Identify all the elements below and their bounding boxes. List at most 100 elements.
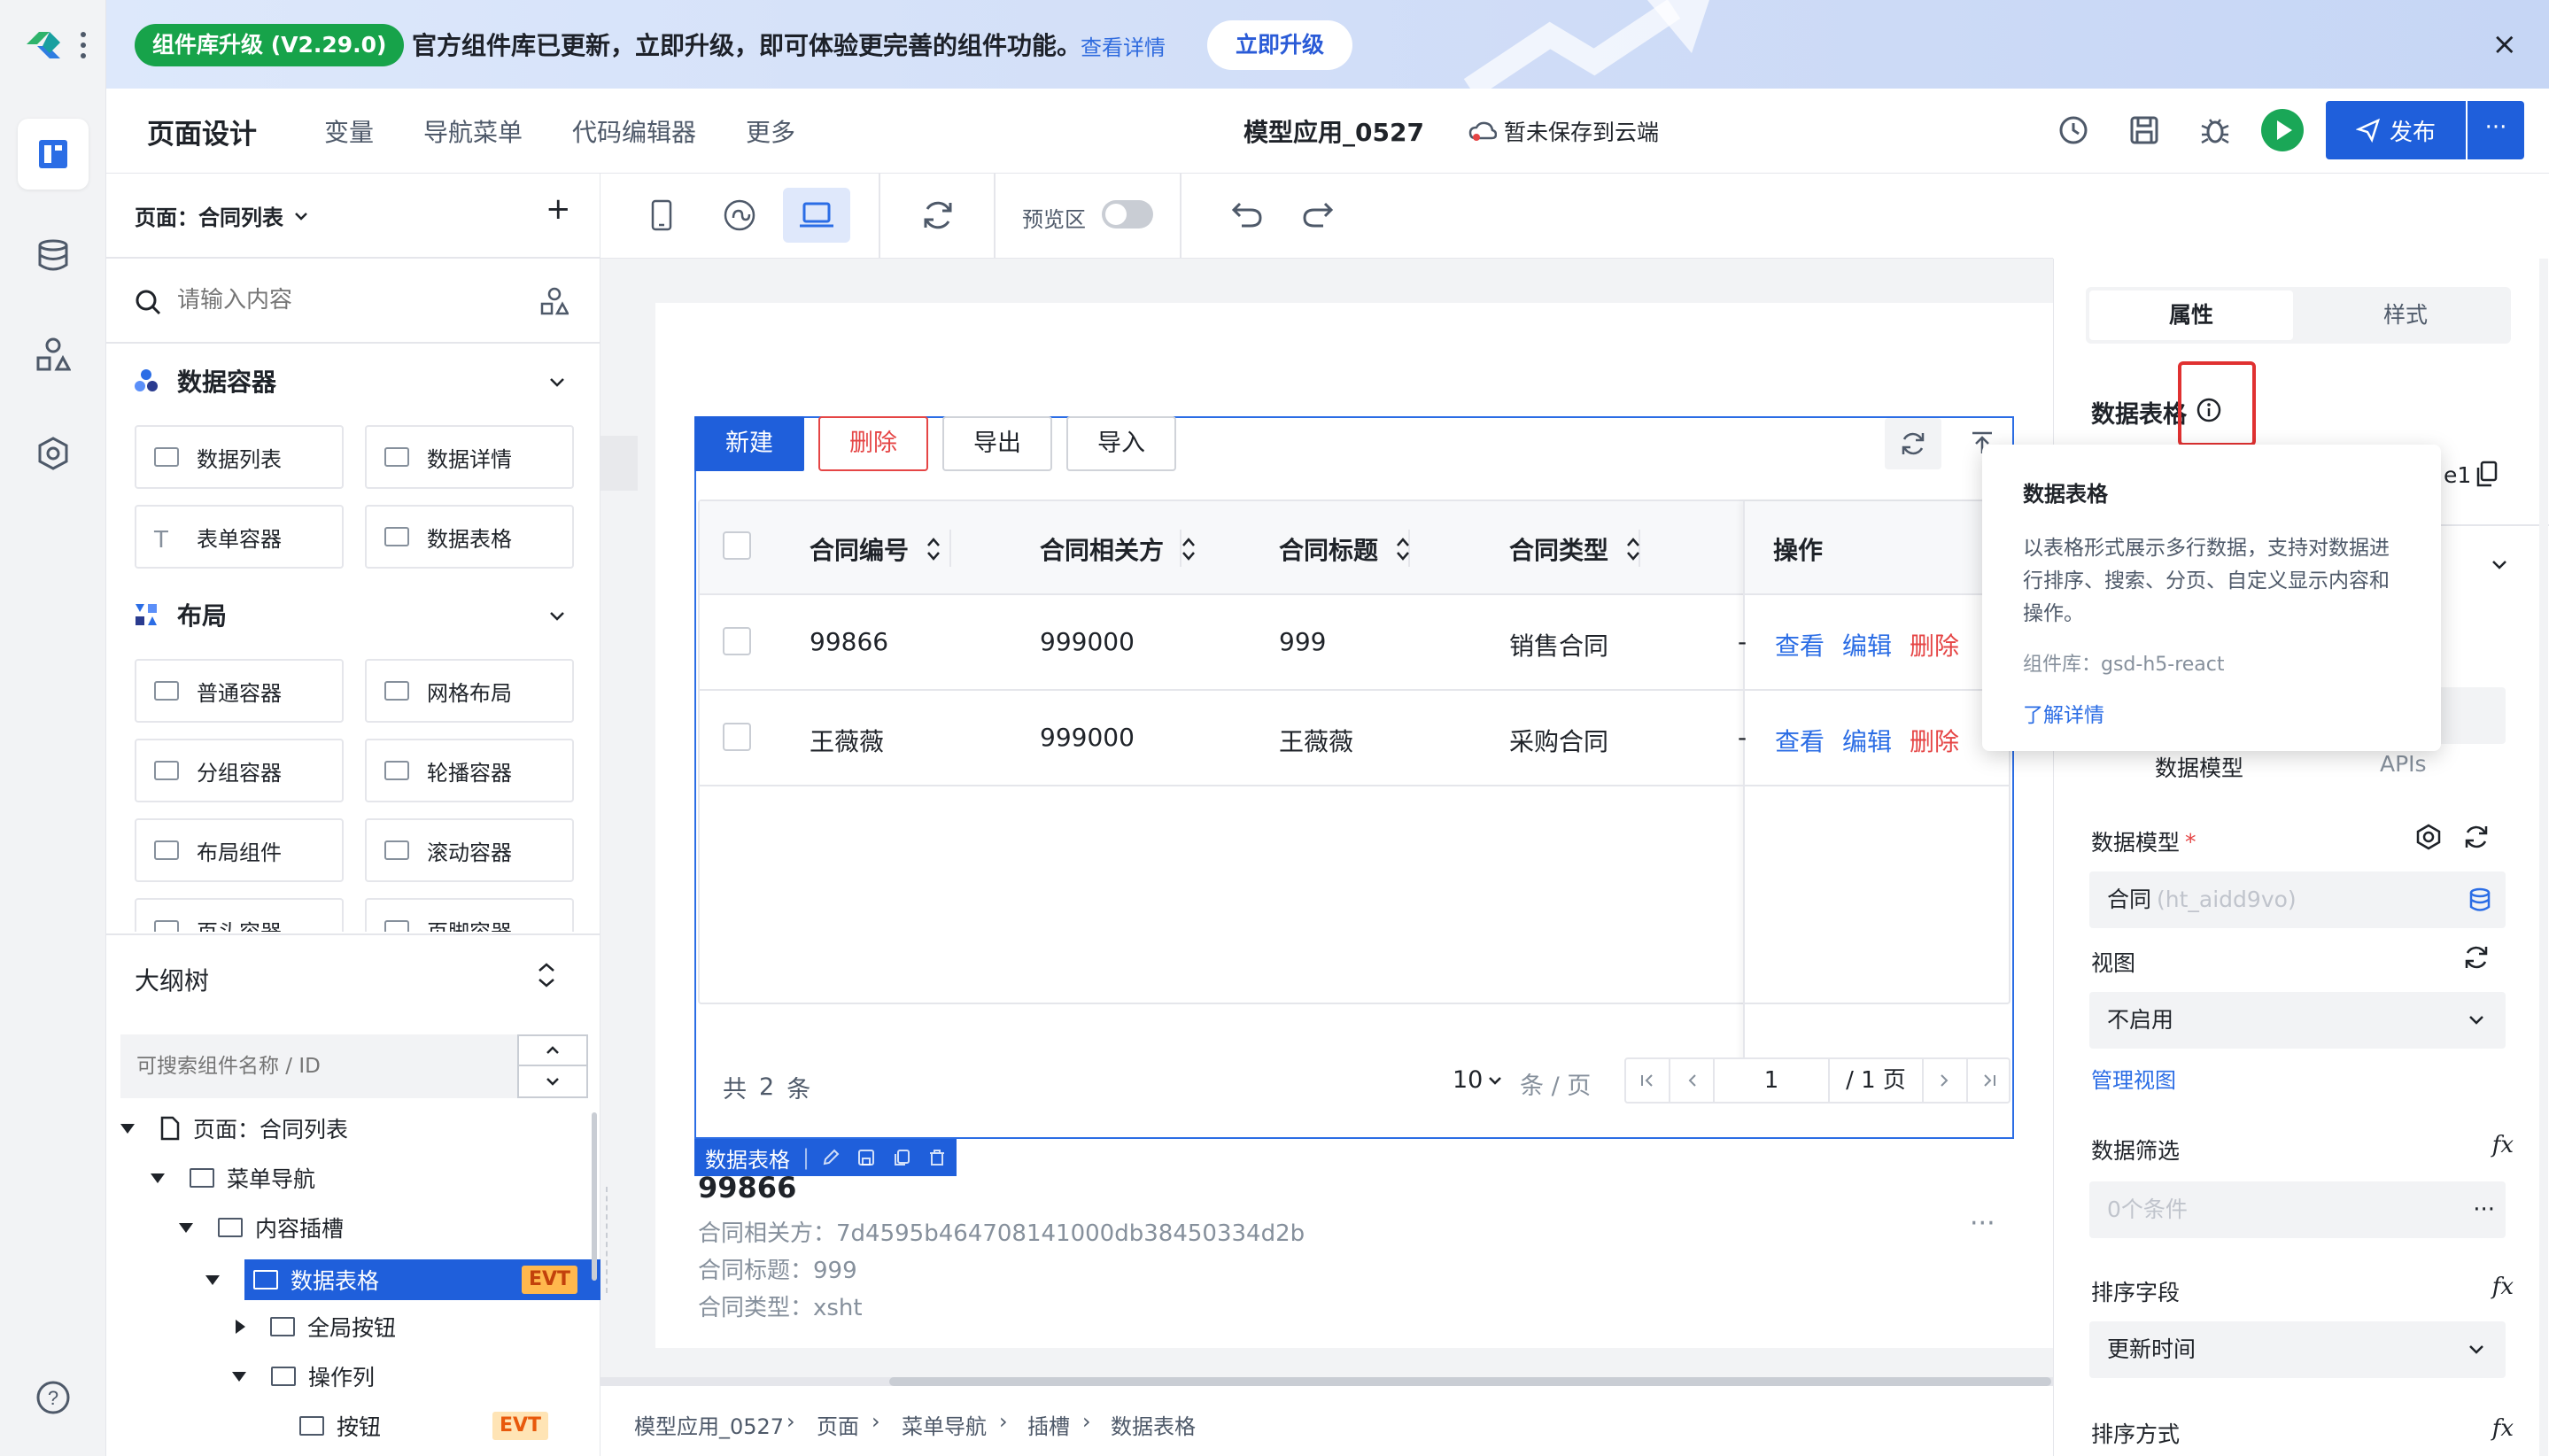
mini-program-icon[interactable]	[723, 198, 756, 232]
chevron-up-icon[interactable]	[519, 1036, 586, 1066]
component-header-container[interactable]: 页头容器	[135, 898, 344, 932]
components-nav-button[interactable]	[18, 319, 89, 390]
component-carousel-container[interactable]: 轮播容器	[365, 739, 574, 802]
column-header-party[interactable]: 合同相关方	[1040, 531, 1196, 567]
component-data-detail[interactable]: 数据详情	[365, 425, 574, 489]
column-header-type[interactable]: 合同类型	[1509, 531, 1640, 567]
page-number-input[interactable]: 1	[1715, 1059, 1830, 1102]
chevron-down-icon[interactable]	[549, 611, 565, 622]
column-header-title[interactable]: 合同标题	[1279, 531, 1410, 567]
outline-toggle-icon[interactable]	[537, 962, 556, 988]
next-page-icon[interactable]	[1924, 1059, 1968, 1102]
page-design-nav-button[interactable]	[18, 119, 89, 190]
publish-button[interactable]: 发布	[2326, 101, 2466, 159]
tree-node-data-table[interactable]: 数据表格 EVT	[205, 1259, 600, 1300]
outline-scrollbar[interactable]	[592, 1112, 597, 1281]
component-layout-component[interactable]: 布局组件	[135, 818, 344, 882]
app-logo[interactable]	[23, 27, 64, 64]
banner-close-icon[interactable]: ×	[2492, 27, 2518, 62]
component-normal-container[interactable]: 普通容器	[135, 659, 344, 723]
view-select[interactable]: 不启用	[2089, 992, 2506, 1049]
table-refresh-button[interactable]	[1885, 418, 1941, 469]
sort-icon[interactable]	[1396, 537, 1410, 561]
first-page-icon[interactable]	[1626, 1059, 1670, 1102]
copy-id-icon[interactable]	[2475, 461, 2499, 487]
edit-link[interactable]: 编辑	[1842, 627, 1892, 662]
sort-icon[interactable]	[1182, 537, 1196, 561]
debug-icon[interactable]	[2200, 115, 2230, 145]
section-data-container[interactable]: 数据容器	[133, 363, 276, 399]
component-search-input[interactable]	[177, 280, 531, 321]
row-checkbox[interactable]	[723, 723, 751, 751]
sort-icon[interactable]	[1626, 537, 1640, 561]
data-filter-fx-icon[interactable]: fx	[2492, 1132, 2514, 1158]
edit-link[interactable]: 编辑	[1842, 723, 1892, 758]
data-source-nav-button[interactable]	[18, 220, 89, 290]
more-horizontal-icon[interactable]: ···	[2473, 1181, 2495, 1238]
breadcrumb-item[interactable]: 数据表格	[1111, 1409, 1196, 1440]
run-icon[interactable]	[2260, 108, 2305, 152]
nav-navigation-menu[interactable]: 导航菜单	[423, 113, 523, 149]
component-group-container[interactable]: 分组容器	[135, 739, 344, 802]
sort-field-select[interactable]: 更新时间	[2089, 1321, 2506, 1378]
view-refresh-icon[interactable]	[2463, 944, 2490, 971]
tab-properties[interactable]: 属性	[2089, 290, 2293, 340]
view-link[interactable]: 查看	[1775, 627, 1825, 662]
tree-node-button[interactable]: 按钮	[299, 1410, 381, 1442]
help-icon[interactable]: ?	[35, 1380, 71, 1415]
delete-icon[interactable]	[928, 1149, 946, 1166]
banner-more-link[interactable]: 查看详情	[1081, 30, 1166, 61]
section-layout[interactable]: 布局	[133, 597, 227, 632]
last-page-icon[interactable]	[1968, 1059, 2011, 1102]
component-scroll-container[interactable]: 滚动容器	[365, 818, 574, 882]
breadcrumb-item[interactable]: 菜单导航	[902, 1409, 987, 1440]
view-link[interactable]: 查看	[1775, 723, 1825, 758]
right-panel-scrollbar[interactable]	[2539, 259, 2548, 1456]
breadcrumb-item[interactable]: 模型应用_0527	[634, 1409, 784, 1440]
sort-field-fx-icon[interactable]: fx	[2492, 1274, 2514, 1300]
tree-node-global-buttons[interactable]: 全局按钮	[236, 1311, 396, 1343]
delete-link[interactable]: 删除	[1910, 627, 1959, 662]
publish-more-button[interactable]: ···	[2468, 101, 2524, 159]
edit-icon[interactable]	[822, 1149, 840, 1166]
component-footer-container[interactable]: 页脚容器	[365, 898, 574, 932]
import-button[interactable]: 导入	[1066, 416, 1176, 471]
data-model-select[interactable]: 合同 (ht_aidd9vo)	[2089, 871, 2506, 928]
row-checkbox[interactable]	[723, 627, 751, 655]
more-vertical-icon[interactable]	[80, 30, 87, 60]
delete-link[interactable]: 删除	[1910, 723, 1959, 758]
model-refresh-icon[interactable]	[2463, 824, 2490, 850]
component-grid-layout[interactable]: 网格布局	[365, 659, 574, 723]
page-select[interactable]: 页面：合同列表	[135, 200, 308, 231]
tab-data-model[interactable]: 数据模型	[2155, 751, 2243, 783]
upgrade-now-button[interactable]: 立即升级	[1207, 20, 1352, 70]
outline-search-input[interactable]	[120, 1034, 517, 1098]
sort-icon[interactable]	[926, 537, 941, 561]
component-type-icon[interactable]	[540, 287, 569, 315]
preview-toggle[interactable]	[1102, 200, 1153, 228]
tab-apis[interactable]: APIs	[2380, 751, 2427, 777]
chevron-down-icon[interactable]	[549, 377, 565, 388]
export-button[interactable]: 导出	[942, 416, 1052, 471]
component-data-list[interactable]: 数据列表	[135, 425, 344, 489]
copy-icon[interactable]	[893, 1149, 910, 1166]
breadcrumb-item[interactable]: 插槽	[1027, 1409, 1070, 1440]
delete-button[interactable]: 删除	[818, 416, 928, 471]
tooltip-learn-more-link[interactable]: 了解详情	[2023, 698, 2400, 728]
prev-page-icon[interactable]	[1670, 1059, 1715, 1102]
chevron-down-icon[interactable]	[2491, 560, 2507, 570]
breadcrumb-scroll-thumb[interactable]	[889, 1377, 2051, 1386]
detail-more-icon[interactable]: ···	[1970, 1208, 1995, 1239]
nav-code-editor[interactable]: 代码编辑器	[572, 113, 696, 149]
nav-variables[interactable]: 变量	[324, 113, 374, 149]
desktop-view-button[interactable]	[783, 188, 850, 243]
outline-stepper[interactable]	[517, 1034, 588, 1098]
undo-icon[interactable]	[1231, 200, 1263, 228]
model-settings-icon[interactable]	[2415, 824, 2442, 850]
manage-view-link[interactable]: 管理视图	[2091, 1063, 2176, 1094]
breadcrumb-item[interactable]: 页面	[817, 1409, 859, 1440]
chevron-down-icon[interactable]	[519, 1066, 586, 1096]
tree-node-content-slot[interactable]: 内容插槽	[179, 1212, 344, 1243]
select-all-checkbox[interactable]	[723, 531, 751, 560]
history-icon[interactable]	[2058, 115, 2088, 145]
